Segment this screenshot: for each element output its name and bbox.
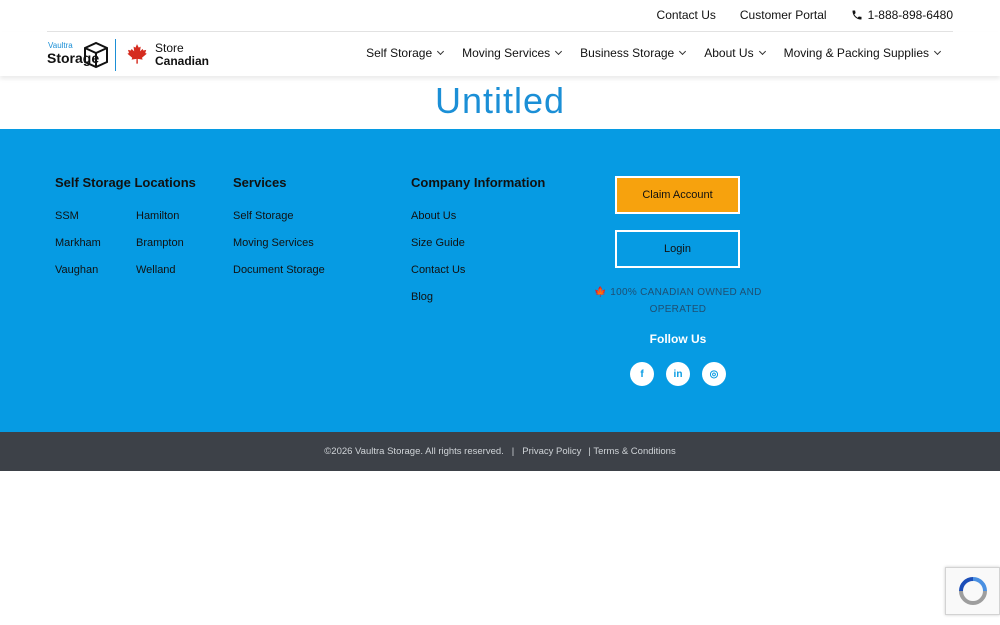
location-link[interactable]: Hamilton [136, 210, 216, 222]
service-link[interactable]: Moving Services [233, 237, 325, 249]
recaptcha-icon [958, 577, 987, 605]
logo-divider [115, 39, 116, 71]
location-link[interactable]: SSM [55, 210, 136, 222]
locations-grid: SSM Markham Vaughan Hamilton Brampton We… [55, 210, 216, 291]
location-link[interactable]: Welland [136, 264, 216, 276]
separator: | [511, 446, 515, 457]
recaptcha-badge[interactable] [945, 567, 1000, 615]
locations-heading: Self Storage Locations [55, 175, 196, 190]
follow-us-heading: Follow Us [649, 332, 707, 346]
service-link[interactable]: Document Storage [233, 264, 325, 276]
nav-label: Moving & Packing Supplies [783, 46, 929, 60]
customer-portal-link[interactable]: Customer Portal [740, 8, 827, 22]
phone-link[interactable]: 1-888-898-6480 [851, 8, 953, 22]
site-footer: Self Storage Locations SSM Markham Vaugh… [0, 129, 1000, 432]
chevron-down-icon [758, 47, 766, 56]
company-link[interactable]: Contact Us [411, 264, 545, 276]
vaultra-wordmark: Vaultra Storage [47, 38, 111, 72]
nav-label: Moving Services [462, 46, 551, 60]
company-link[interactable]: About Us [411, 210, 545, 222]
main-nav: Self Storage Moving Services Business St… [347, 46, 942, 60]
location-link[interactable]: Brampton [136, 237, 216, 249]
footer-services: Services Self Storage Moving Services Do… [233, 175, 325, 291]
company-link[interactable]: Blog [411, 291, 545, 303]
company-heading: Company Information [411, 175, 546, 190]
site-logo[interactable]: Vaultra Storage Store Canadian [47, 38, 209, 72]
maple-leaf-icon [127, 44, 147, 64]
box-icon [84, 41, 108, 69]
copyright-text: ©2026 Vaultra Storage. All rights reserv… [324, 446, 504, 457]
nav-moving-services[interactable]: Moving Services [462, 46, 563, 60]
facebook-icon[interactable]: f [630, 362, 654, 386]
privacy-policy-link[interactable]: Privacy Policy [522, 446, 581, 457]
page-title: Untitled [434, 80, 566, 121]
canadian-label: Canadian [155, 54, 210, 68]
nav-label: About Us [704, 46, 754, 60]
nav-label: Business Storage [580, 46, 675, 60]
logo-small-text: Vaultra [48, 41, 73, 50]
nav-self-storage[interactable]: Self Storage [366, 46, 445, 60]
chevron-down-icon [555, 47, 563, 56]
claim-account-button[interactable]: Claim Account [615, 176, 740, 214]
main-header: Vaultra Storage Store Canadian Self Stor… [0, 32, 1000, 76]
maple-leaf-icon: 🍁 [594, 287, 608, 298]
chevron-down-icon [679, 47, 687, 56]
linkedin-icon[interactable]: in [666, 362, 690, 386]
login-button[interactable]: Login [615, 230, 740, 268]
footer-company: Company Information About Us Size Guide … [411, 175, 545, 318]
chevron-down-icon [933, 47, 942, 56]
nav-label: Self Storage [366, 46, 433, 60]
location-link[interactable]: Markham [55, 237, 136, 249]
instagram-icon[interactable]: ◎ [702, 362, 726, 386]
utility-bar: Contact Us Customer Portal 1-888-898-648… [0, 0, 1000, 31]
footer-locations: Self Storage Locations SSM Markham Vaugh… [55, 175, 216, 291]
locations-col-b: Hamilton Brampton Welland [136, 210, 216, 291]
company-link[interactable]: Size Guide [411, 237, 545, 249]
terms-link[interactable]: | Terms & Conditions [588, 446, 675, 457]
service-link[interactable]: Self Storage [233, 210, 325, 222]
phone-number: 1-888-898-6480 [867, 8, 953, 22]
contact-us-link[interactable]: Contact Us [657, 8, 716, 22]
nav-business-storage[interactable]: Business Storage [580, 46, 687, 60]
services-heading: Services [233, 175, 287, 190]
store-canadian-text: Store Canadian [155, 42, 209, 68]
utility-links: Contact Us Customer Portal 1-888-898-648… [633, 8, 953, 22]
copyright-bar: ©2026 Vaultra Storage. All rights reserv… [0, 432, 1000, 471]
nav-moving-packing-supplies[interactable]: Moving & Packing Supplies [783, 46, 942, 60]
phone-icon [852, 10, 862, 20]
owned-text: 100% CANADIAN OWNED AND OPERATED [610, 287, 762, 315]
canadian-owned-note: 🍁 100% CANADIAN OWNED AND OPERATED [588, 284, 768, 318]
nav-about-us[interactable]: About Us [704, 46, 766, 60]
location-link[interactable]: Vaughan [55, 264, 136, 276]
locations-col-a: SSM Markham Vaughan [55, 210, 136, 291]
chevron-down-icon [437, 47, 445, 56]
